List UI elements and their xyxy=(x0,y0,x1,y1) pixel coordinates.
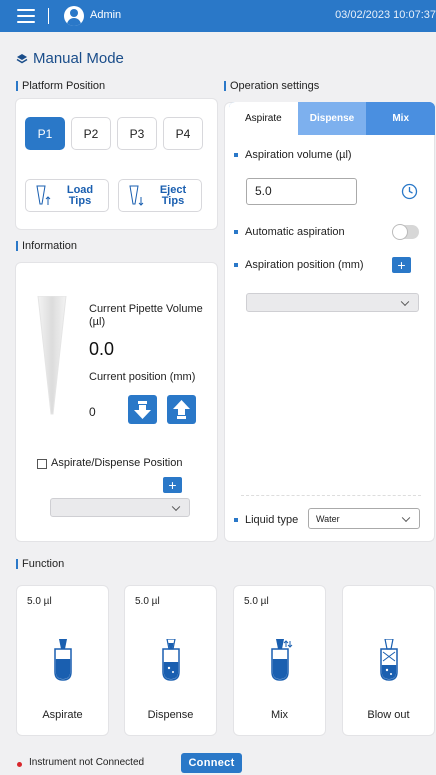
chevron-down-icon xyxy=(400,297,410,306)
page-title: Manual Mode xyxy=(16,50,124,67)
pipette-volume-unit: (µl) xyxy=(89,316,106,328)
position-select[interactable] xyxy=(50,498,190,517)
function-section-title: Function xyxy=(16,558,64,570)
pipette-volume-label: Current Pipette Volume xyxy=(89,303,203,315)
mix-tube-icon xyxy=(271,639,293,681)
load-tip-icon xyxy=(36,185,51,205)
function-volume: 5.0 µl xyxy=(244,596,269,607)
tab-mix[interactable]: Mix xyxy=(366,102,435,135)
liquid-type-value: Water xyxy=(316,514,340,524)
function-name: Dispense xyxy=(147,709,194,721)
blowout-tube-icon xyxy=(380,639,398,681)
mix-function-card[interactable]: 5.0 µl Mix xyxy=(233,585,326,736)
checkbox-label: Aspirate/Dispense Position xyxy=(51,457,183,469)
chevron-down-icon xyxy=(171,502,181,511)
divider xyxy=(241,495,421,496)
automatic-aspiration-label: Automatic aspiration xyxy=(234,226,345,238)
operation-card xyxy=(224,102,435,542)
hamburger-menu-icon[interactable] xyxy=(17,9,35,23)
aspirate-function-card[interactable]: 5.0 µl Aspirate xyxy=(16,585,109,736)
arrow-down-icon xyxy=(134,401,151,419)
information-section-title: Information xyxy=(16,240,77,252)
position-button-p3[interactable]: P3 xyxy=(117,117,157,150)
pipette-volume-value: 0.0 xyxy=(89,339,115,359)
user-avatar-icon[interactable] xyxy=(64,6,84,26)
status-indicator-icon xyxy=(17,762,22,767)
dispense-function-card[interactable]: 5.0 µl Dispense xyxy=(124,585,217,736)
position-button-p4[interactable]: P4 xyxy=(163,117,203,150)
mode-title-text: Manual Mode xyxy=(33,50,124,67)
layers-icon xyxy=(16,53,28,63)
aspiration-volume-input[interactable]: 5.0 xyxy=(246,178,357,205)
add-position-button[interactable]: + xyxy=(163,477,182,493)
connection-status: Instrument not Connected xyxy=(29,757,145,768)
aspiration-position-label: Aspiration position (mm) xyxy=(234,259,364,271)
blow-out-function-card[interactable]: Blow out xyxy=(342,585,435,736)
operation-section-title: Operation settings xyxy=(224,80,319,92)
add-aspiration-position-button[interactable]: + xyxy=(392,257,411,273)
position-value: 0 xyxy=(89,405,96,419)
tab-aspirate[interactable]: Aspirate xyxy=(229,102,298,135)
aspirate-tube-icon xyxy=(54,639,72,681)
datetime: 03/02/2023 10:07:37 xyxy=(335,9,436,21)
aspiration-position-select[interactable] xyxy=(246,293,419,312)
load-tips-label-2: Tips xyxy=(68,194,92,207)
function-volume: 5.0 µl xyxy=(135,596,160,607)
divider xyxy=(48,8,49,24)
aspiration-volume-label: Aspiration volume (µl) xyxy=(234,149,352,161)
dispense-tube-icon xyxy=(162,639,180,681)
liquid-type-label: Liquid type xyxy=(234,514,298,526)
chevron-down-icon xyxy=(401,513,411,522)
load-tips-button[interactable]: Load Tips xyxy=(25,179,109,212)
user-name: Admin xyxy=(90,9,122,21)
eject-tips-button[interactable]: Eject Tips xyxy=(118,179,202,212)
function-volume: 5.0 µl xyxy=(27,596,52,607)
function-name: Mix xyxy=(270,709,289,721)
platform-section-title: Platform Position xyxy=(16,80,105,92)
position-button-p2[interactable]: P2 xyxy=(71,117,111,150)
move-up-button[interactable] xyxy=(167,395,196,424)
arrow-up-icon xyxy=(173,400,190,419)
eject-tip-icon xyxy=(129,185,144,206)
function-name: Aspirate xyxy=(42,709,83,721)
top-bar: Admin 03/02/2023 10:07:37 xyxy=(0,0,436,32)
position-button-p1[interactable]: P1 xyxy=(25,117,65,150)
connect-button[interactable]: Connect xyxy=(181,753,242,773)
platform-card: P1 P2 P3 P4 Load Tips Eject Tips xyxy=(15,98,218,230)
tab-dispense[interactable]: Dispense xyxy=(297,102,367,135)
pipette-tip-icon xyxy=(37,296,67,415)
automatic-aspiration-toggle[interactable] xyxy=(392,224,419,240)
information-card: Current Pipette Volume (µl) 0.0 Current … xyxy=(15,262,218,542)
operation-tabs: Aspirate Dispense Mix xyxy=(229,102,435,135)
position-label: Current position (mm) xyxy=(89,371,196,383)
liquid-type-select[interactable]: Water xyxy=(308,508,420,529)
clock-icon[interactable] xyxy=(401,183,418,200)
move-down-button[interactable] xyxy=(128,395,157,424)
aspirate-dispense-checkbox[interactable] xyxy=(37,459,47,469)
function-name: Blow out xyxy=(367,709,410,721)
eject-tips-label-2: Tips xyxy=(161,194,185,207)
